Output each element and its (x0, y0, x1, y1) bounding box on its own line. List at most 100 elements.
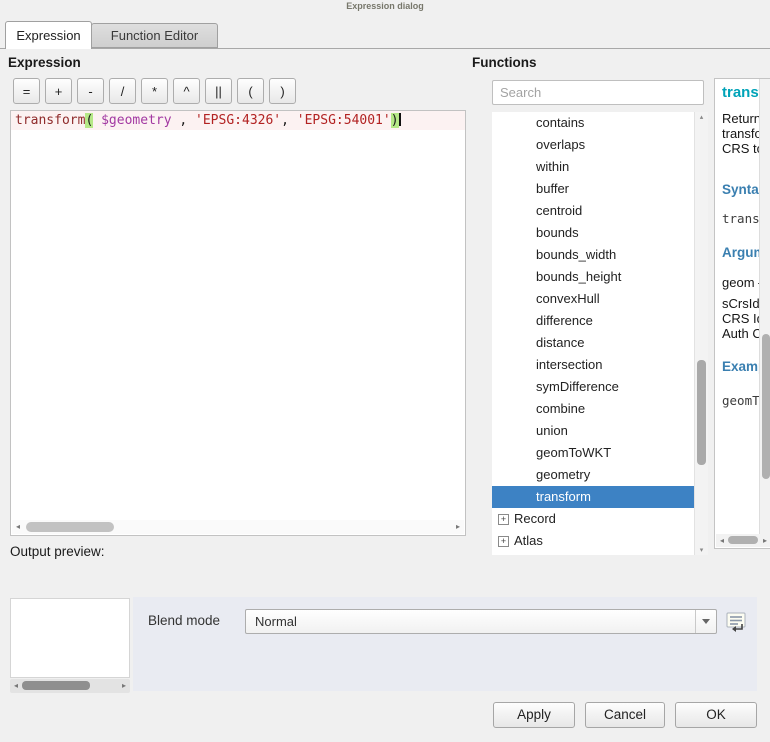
operator-button[interactable]: ^ (173, 78, 200, 104)
tab-expression[interactable]: Expression (5, 21, 92, 49)
operator-row: =+-/*^||() (13, 78, 296, 104)
function-item-combine[interactable]: combine (492, 398, 694, 420)
expression-section-label: Expression (8, 55, 81, 70)
expression-code-line[interactable]: transform( $geometry , 'EPSG:4326', 'EPS… (11, 111, 465, 130)
code-token-variable: $geometry (93, 113, 179, 128)
operator-button[interactable]: / (109, 78, 136, 104)
function-item-bounds_height[interactable]: bounds_height (492, 266, 694, 288)
function-item-contains[interactable]: contains (492, 112, 694, 134)
function-group-Atlas[interactable]: + Atlas (492, 530, 694, 552)
function-item-intersection[interactable]: intersection (492, 354, 694, 376)
function-label: bounds (536, 225, 579, 240)
function-list-scrollbar[interactable]: ▴ ▾ (694, 112, 708, 555)
apply-button[interactable]: Apply (493, 702, 575, 728)
cancel-button[interactable]: Cancel (585, 702, 665, 728)
scrollbar-thumb[interactable] (22, 681, 90, 690)
expression-dialog: Expression dialog Function Editor Expres… (0, 0, 770, 742)
expand-plus-icon[interactable]: + (498, 514, 509, 525)
function-item-union[interactable]: union (492, 420, 694, 442)
function-item-centroid[interactable]: centroid (492, 200, 694, 222)
search-input[interactable] (492, 80, 704, 105)
text-cursor (399, 113, 401, 126)
scrollbar-thumb[interactable] (697, 360, 706, 465)
function-item-within[interactable]: within (492, 156, 694, 178)
function-label: difference (536, 313, 593, 328)
function-item-difference[interactable]: difference (492, 310, 694, 332)
function-label: distance (536, 335, 584, 350)
function-label: transform (536, 489, 591, 504)
operator-button[interactable]: = (13, 78, 40, 104)
function-label: Record (514, 511, 556, 526)
blend-mode-value: Normal (255, 610, 297, 633)
function-label: bounds_width (536, 247, 616, 262)
operator-button[interactable]: * (141, 78, 168, 104)
function-list-items: contains overlaps within buffer centroid boun… (492, 112, 694, 552)
operator-button[interactable]: || (205, 78, 232, 104)
operator-button[interactable]: ) (269, 78, 296, 104)
scroll-down-icon[interactable]: ▾ (695, 546, 708, 554)
code-token-bracket: ) (391, 113, 399, 128)
function-list: contains overlaps within buffer centroid boun… (492, 112, 708, 555)
scroll-left-icon[interactable]: ◂ (10, 679, 22, 693)
code-token-plain: , (281, 113, 297, 128)
help-horizontal-scrollbar[interactable]: ◂ ▸ (716, 534, 770, 547)
preview-horizontal-scrollbar[interactable]: ◂ ▸ (10, 679, 130, 693)
scroll-left-icon[interactable]: ◂ (12, 520, 24, 534)
expression-editor[interactable]: transform( $geometry , 'EPSG:4326', 'EPS… (10, 110, 466, 536)
operator-button[interactable]: - (77, 78, 104, 104)
function-label: symDifference (536, 379, 619, 394)
operator-button[interactable]: ( (237, 78, 264, 104)
scroll-left-icon[interactable]: ◂ (716, 534, 728, 547)
tab-frame-border (0, 48, 770, 49)
function-label: Atlas (514, 533, 543, 548)
editor-horizontal-scrollbar[interactable]: ◂ ▸ (12, 520, 464, 534)
scroll-right-icon[interactable]: ▸ (759, 534, 770, 547)
function-item-bounds_width[interactable]: bounds_width (492, 244, 694, 266)
chevron-down-icon[interactable] (695, 610, 716, 633)
function-item-geomToWKT[interactable]: geomToWKT (492, 442, 694, 464)
code-token-function: transform (15, 113, 85, 128)
function-item-bounds[interactable]: bounds (492, 222, 694, 244)
function-label: overlaps (536, 137, 585, 152)
function-label: convexHull (536, 291, 600, 306)
function-item-transform[interactable]: transform (492, 486, 694, 508)
functions-section-label: Functions (472, 55, 537, 70)
function-label: intersection (536, 357, 602, 372)
function-label: contains (536, 115, 584, 130)
tab-function-editor[interactable]: Function Editor (91, 23, 218, 48)
operator-button[interactable]: + (45, 78, 72, 104)
function-label: buffer (536, 181, 569, 196)
ok-button[interactable]: OK (675, 702, 757, 728)
data-defined-override-icon[interactable] (724, 610, 748, 634)
function-item-distance[interactable]: distance (492, 332, 694, 354)
function-label: centroid (536, 203, 582, 218)
expand-plus-icon[interactable]: + (498, 536, 509, 547)
function-label: within (536, 159, 569, 174)
scroll-up-icon[interactable]: ▴ (695, 113, 708, 121)
function-help-panel: transform ReturnstransforCRS to Syntax t… (714, 78, 770, 549)
help-vertical-scrollbar[interactable] (759, 79, 770, 534)
scroll-right-icon[interactable]: ▸ (452, 520, 464, 534)
function-item-symDifference[interactable]: symDifference (492, 376, 694, 398)
code-token-plain: , (179, 113, 195, 128)
function-item-overlaps[interactable]: overlaps (492, 134, 694, 156)
scrollbar-thumb[interactable] (26, 522, 114, 532)
function-item-buffer[interactable]: buffer (492, 178, 694, 200)
function-item-geometry[interactable]: geometry (492, 464, 694, 486)
function-label: union (536, 423, 568, 438)
blend-mode-select[interactable]: Normal (245, 609, 717, 634)
function-group-Record[interactable]: + Record (492, 508, 694, 530)
window-title: Expression dialog (0, 1, 770, 11)
scroll-right-icon[interactable]: ▸ (118, 679, 130, 693)
function-label: combine (536, 401, 585, 416)
output-preview-label: Output preview: (10, 544, 105, 559)
function-label: geometry (536, 467, 590, 482)
code-token-string: 'EPSG:54001' (297, 113, 391, 128)
function-label: bounds_height (536, 269, 621, 284)
function-label: geomToWKT (536, 445, 611, 460)
blend-mode-label: Blend mode (148, 613, 220, 628)
preview-box (10, 598, 130, 678)
function-item-convexHull[interactable]: convexHull (492, 288, 694, 310)
scrollbar-thumb[interactable] (762, 334, 770, 479)
scrollbar-thumb[interactable] (728, 536, 758, 544)
